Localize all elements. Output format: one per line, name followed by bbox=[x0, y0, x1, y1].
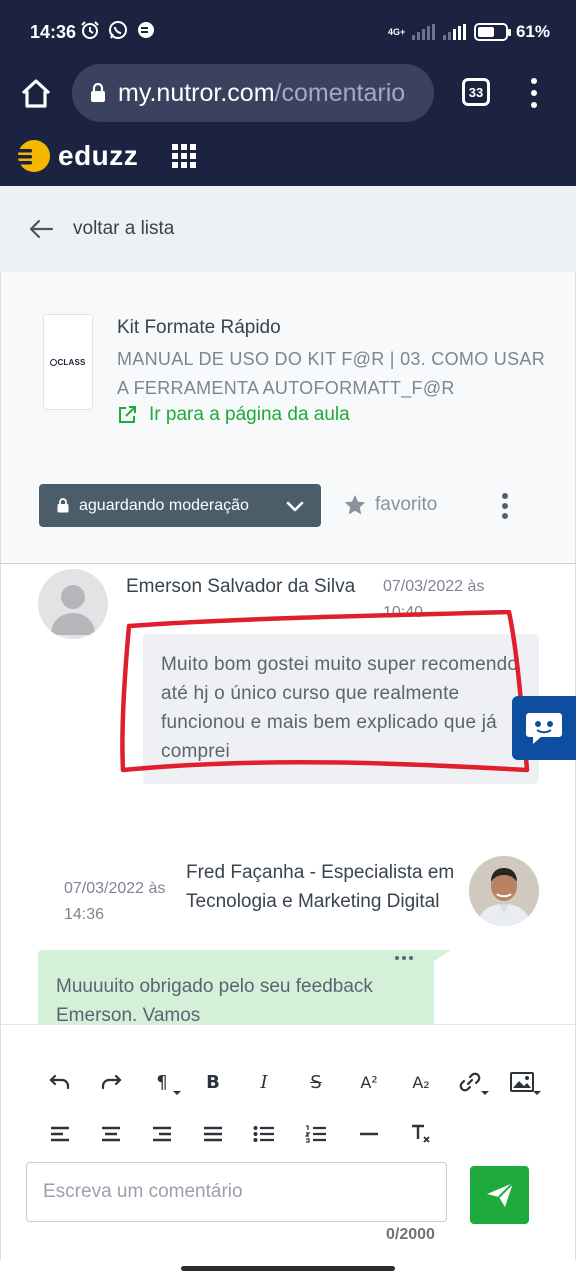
comment-author: Emerson Salvador da Silva bbox=[126, 576, 356, 597]
back-arrow-icon[interactable] bbox=[28, 216, 54, 242]
browser-toolbar: my.nutror.com/comentario 33 bbox=[0, 64, 576, 124]
superscript-button[interactable]: A² bbox=[354, 1067, 384, 1097]
app-notification-icon bbox=[138, 22, 154, 38]
eduzz-logo-mark-icon bbox=[16, 140, 50, 172]
moderation-status-dropdown[interactable]: aguardando moderação bbox=[39, 484, 321, 527]
thumbnail-text: CLASS bbox=[50, 358, 85, 367]
status-time: 14:36 bbox=[30, 22, 77, 42]
tab-switcher-button[interactable]: 33 bbox=[462, 78, 490, 106]
eduzz-logo[interactable]: eduzz bbox=[16, 138, 138, 174]
status-notification-icons bbox=[80, 20, 156, 40]
reply-bubble: Muuuuito obrigado pelo seu feedback Emer… bbox=[38, 950, 434, 1024]
browser-menu-icon[interactable] bbox=[526, 78, 542, 108]
status-label: aguardando moderação bbox=[79, 496, 249, 514]
send-button[interactable] bbox=[470, 1166, 529, 1224]
more-options-icon[interactable] bbox=[501, 493, 509, 519]
lesson-thumbnail: CLASS bbox=[43, 314, 93, 410]
home-icon[interactable] bbox=[18, 76, 54, 112]
gesture-nav-handle[interactable] bbox=[181, 1266, 395, 1271]
url-host: my.nutror.com bbox=[118, 78, 275, 107]
comment-author: Fred Façanha - Especialista em Tecnologi… bbox=[186, 862, 455, 912]
numbered-list-icon[interactable] bbox=[301, 1119, 331, 1149]
clear-format-icon[interactable] bbox=[406, 1119, 436, 1149]
reply-bubble-tail bbox=[433, 950, 451, 962]
comment-editor: ¶ B I S A² A₂ 0/2000 bbox=[0, 1024, 576, 1260]
comment-input[interactable] bbox=[26, 1162, 447, 1222]
lock-icon bbox=[91, 83, 105, 102]
character-counter: 0/2000 bbox=[386, 1226, 435, 1243]
undo-icon[interactable] bbox=[45, 1067, 75, 1097]
link-icon[interactable] bbox=[455, 1067, 489, 1097]
subscript-button[interactable]: A₂ bbox=[406, 1067, 436, 1097]
avatar bbox=[38, 569, 108, 639]
chat-widget-button[interactable] bbox=[512, 696, 576, 760]
red-highlight-annotation bbox=[120, 610, 530, 773]
back-bar: voltar a lista bbox=[0, 186, 576, 272]
chatbot-icon bbox=[526, 713, 562, 744]
battery-icon bbox=[473, 23, 511, 41]
alarm-icon bbox=[81, 21, 99, 39]
reply-more-icon[interactable] bbox=[395, 956, 413, 960]
align-right-icon[interactable] bbox=[147, 1119, 177, 1149]
logo-text: eduzz bbox=[58, 140, 139, 171]
status-bar: 14:36 4G+ 61% bbox=[0, 0, 576, 64]
lesson-card: CLASS Kit Formate Rápido MANUAL DE USO D… bbox=[0, 272, 576, 564]
italic-button[interactable]: I bbox=[249, 1067, 279, 1097]
signal-icon bbox=[411, 24, 435, 40]
star-icon bbox=[344, 495, 366, 515]
apps-grid-icon[interactable] bbox=[172, 144, 196, 168]
lesson-page-link[interactable]: Ir para a página da aula bbox=[117, 404, 350, 426]
align-justify-icon[interactable] bbox=[198, 1119, 228, 1149]
lesson-link-label: Ir para a página da aula bbox=[149, 404, 350, 425]
network-type: 4G+ bbox=[387, 26, 406, 37]
bold-button[interactable]: B bbox=[198, 1067, 228, 1097]
favorite-label: favorito bbox=[375, 494, 438, 515]
send-icon bbox=[486, 1182, 514, 1207]
battery-percent: 61% bbox=[515, 22, 550, 41]
horizontal-rule-icon[interactable] bbox=[354, 1119, 384, 1149]
redo-icon[interactable] bbox=[96, 1067, 126, 1097]
user-placeholder-icon bbox=[51, 585, 95, 635]
url-path: /comentario bbox=[274, 78, 406, 107]
app-header: eduzz bbox=[0, 124, 576, 186]
url-bar[interactable]: my.nutror.com/comentario bbox=[72, 64, 434, 122]
paragraph-format-button[interactable]: ¶ bbox=[147, 1067, 181, 1097]
url-text: my.nutror.com/comentario bbox=[118, 79, 405, 108]
back-to-list-link[interactable]: voltar a lista bbox=[73, 218, 174, 240]
lesson-title: MANUAL DE USO DO KIT F@R | 03. COMO USAR… bbox=[117, 349, 546, 398]
signal-2-icon bbox=[442, 24, 466, 40]
external-link-icon bbox=[119, 406, 136, 423]
whatsapp-icon bbox=[109, 21, 127, 39]
status-right: 4G+ 61% bbox=[388, 22, 550, 42]
avatar bbox=[469, 856, 539, 926]
image-icon[interactable] bbox=[507, 1067, 541, 1097]
lock-icon bbox=[57, 498, 69, 513]
strikethrough-button[interactable]: S bbox=[301, 1067, 331, 1097]
chevron-down-icon bbox=[286, 501, 304, 512]
align-left-icon[interactable] bbox=[45, 1119, 75, 1149]
comment-date: 07/03/2022 às 14:36 bbox=[64, 880, 166, 923]
course-title: Kit Formate Rápido bbox=[117, 317, 281, 338]
author-photo-icon bbox=[469, 856, 539, 926]
bullet-list-icon[interactable] bbox=[249, 1119, 279, 1149]
comments-thread: Emerson Salvador da Silva 07/03/2022 às … bbox=[0, 564, 576, 1024]
align-center-icon[interactable] bbox=[96, 1119, 126, 1149]
favorite-button[interactable]: favorito bbox=[343, 493, 437, 517]
